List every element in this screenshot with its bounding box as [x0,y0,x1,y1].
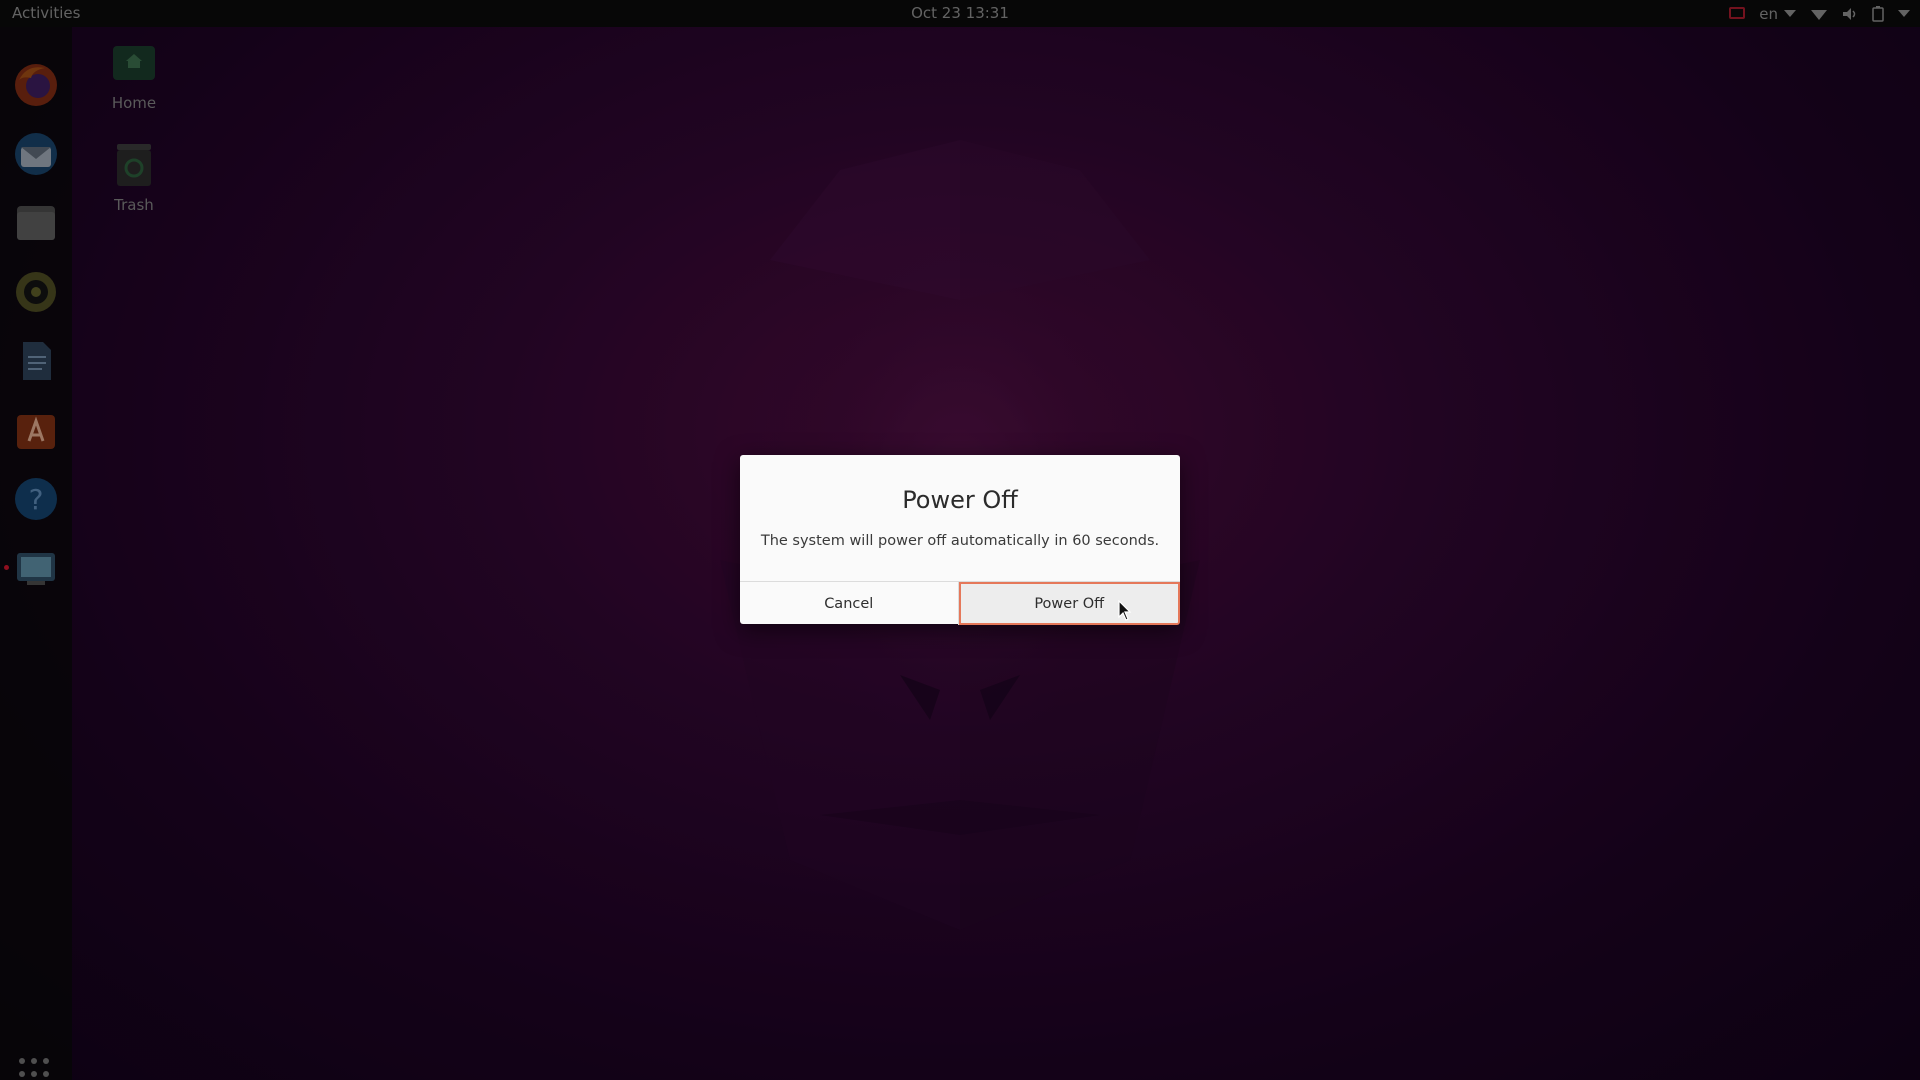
dialog-title: Power Off [902,486,1018,514]
dialog-button-row: Cancel Power Off [740,581,1180,625]
mouse-pointer-icon [1118,600,1132,621]
cancel-button[interactable]: Cancel [740,582,959,625]
power-off-button[interactable]: Power Off [958,582,1180,625]
power-off-dialog: Power Off The system will power off auto… [740,455,1180,625]
desktop-screen: Activities Oct 23 13:31 en ? Home Trash … [0,0,1920,1080]
dialog-message: The system will power off automatically … [760,533,1160,549]
